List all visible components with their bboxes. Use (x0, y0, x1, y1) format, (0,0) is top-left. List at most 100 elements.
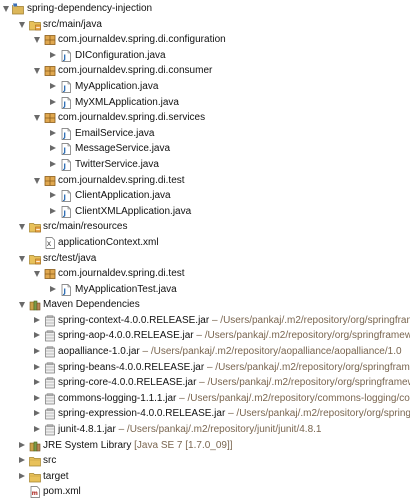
jar-path: – /Users/pankaj/.m2/repository/org/sprin… (196, 330, 410, 342)
folder-icon (29, 471, 41, 483)
expand-toggle-icon[interactable] (19, 457, 25, 464)
tree-item-jre-system-library[interactable]: JRE System Library [Java SE 7 [1.7.0_09]… (0, 438, 410, 454)
java-file-icon (60, 50, 72, 62)
tree-item-label: src/main/resources (43, 221, 128, 233)
tree-item-file-myapplicationtest[interactable]: MyApplicationTest.java (0, 282, 410, 298)
expand-toggle-icon[interactable] (50, 160, 56, 167)
jar-name: spring-beans-4.0.0.RELEASE.jar (58, 361, 205, 373)
expand-toggle-icon[interactable] (34, 363, 40, 370)
tree-item-jar[interactable]: spring-context-4.0.0.RELEASE.jar – /User… (0, 313, 410, 329)
expand-toggle-icon[interactable] (34, 316, 40, 323)
expand-toggle-icon[interactable] (19, 441, 25, 448)
expand-toggle-icon[interactable] (19, 21, 25, 28)
expand-toggle-icon[interactable] (50, 207, 56, 214)
tree-item-project[interactable]: spring-dependency-injection (0, 1, 410, 17)
jar-name: spring-aop-4.0.0.RELEASE.jar (58, 330, 194, 342)
tree-item-label: com.journaldev.spring.di.consumer (58, 65, 213, 77)
tree-item-package-test[interactable]: com.journaldev.spring.di.test (0, 173, 410, 189)
expand-toggle-icon[interactable] (50, 82, 56, 89)
tree-item-file-myxmlapplication[interactable]: MyXMLApplication.java (0, 95, 410, 111)
jar-path: – /Users/pankaj/.m2/repository/org/sprin… (228, 408, 410, 420)
expand-toggle-icon[interactable] (34, 348, 40, 355)
tree-item-file-myapplication[interactable]: MyApplication.java (0, 79, 410, 95)
tree-item-package-test-2[interactable]: com.journaldev.spring.di.test (0, 266, 410, 282)
expand-toggle-icon[interactable] (19, 255, 25, 262)
expand-toggle-icon[interactable] (34, 271, 40, 278)
tree-item-src-main-java[interactable]: src/main/java (0, 17, 410, 33)
tree-item-file-twitterservice[interactable]: TwitterService.java (0, 157, 410, 173)
tree-item-jar[interactable]: commons-logging-1.1.1.jar – /Users/panka… (0, 391, 410, 407)
tree-item-file-clientapplication[interactable]: ClientApplication.java (0, 188, 410, 204)
tree-item-label: src (43, 455, 57, 467)
tree-item-label: MyApplication.java (75, 80, 159, 92)
tree-item-jar[interactable]: spring-aop-4.0.0.RELEASE.jar – /Users/pa… (0, 328, 410, 344)
jar-icon (44, 377, 56, 389)
jar-name: spring-context-4.0.0.RELEASE.jar (58, 314, 210, 326)
tree-item-src-test-java[interactable]: src/test/java (0, 251, 410, 267)
expand-toggle-icon[interactable] (34, 426, 40, 433)
tree-item-target[interactable]: target (0, 469, 410, 485)
tree-item-jar[interactable]: aopalliance-1.0.jar – /Users/pankaj/.m2/… (0, 344, 410, 360)
expand-toggle-icon[interactable] (50, 145, 56, 152)
expand-toggle-icon[interactable] (34, 115, 40, 122)
package-icon (44, 34, 56, 46)
expand-toggle-icon[interactable] (34, 410, 40, 417)
tree-item-label: DIConfiguration.java (75, 49, 166, 61)
tree-item-pom[interactable]: pom.xml (0, 484, 410, 500)
java-file-icon (60, 284, 72, 296)
jar-icon (44, 408, 56, 420)
java-file-icon (60, 206, 72, 218)
package-icon (44, 268, 56, 280)
expand-toggle-icon[interactable] (19, 472, 25, 479)
expand-toggle-icon[interactable] (34, 68, 40, 75)
tree-item-jar[interactable]: spring-beans-4.0.0.RELEASE.jar – /Users/… (0, 360, 410, 376)
folder-icon (29, 455, 41, 467)
tree-item-label: ClientXMLApplication.java (75, 205, 192, 217)
package-explorer-tree: spring-dependency-injection src/main/jav… (0, 1, 410, 500)
tree-item-label: MyXMLApplication.java (75, 96, 179, 108)
tree-item-label: com.journaldev.spring.di.test (58, 268, 185, 280)
jar-path: – /Users/pankaj/.m2/repository/org/sprin… (199, 377, 410, 389)
expand-toggle-icon[interactable] (34, 177, 40, 184)
tree-item-file-diconfiguration[interactable]: DIConfiguration.java (0, 48, 410, 64)
tree-item-label: Maven Dependencies (43, 299, 140, 311)
tree-item-label: TwitterService.java (75, 158, 159, 170)
tree-item-label: ClientApplication.java (75, 190, 171, 202)
jar-name: aopalliance-1.0.jar (58, 346, 140, 358)
tree-item-label: EmailService.java (75, 127, 155, 139)
jar-icon (44, 393, 56, 405)
tree-item-label: JRE System Library (43, 439, 132, 451)
expand-toggle-icon[interactable] (34, 37, 40, 44)
expand-toggle-icon[interactable] (50, 192, 56, 199)
tree-item-file-applicationcontext[interactable]: applicationContext.xml (0, 235, 410, 251)
tree-item-file-messageservice[interactable]: MessageService.java (0, 141, 410, 157)
expand-toggle-icon[interactable] (34, 332, 40, 339)
expand-toggle-icon[interactable] (50, 51, 56, 58)
jar-path: – /Users/pankaj/.m2/repository/aopallian… (139, 346, 402, 358)
jar-icon (44, 346, 56, 358)
expand-toggle-icon[interactable] (50, 98, 56, 105)
expand-toggle-icon[interactable] (3, 6, 9, 12)
expand-toggle-icon[interactable] (19, 224, 25, 231)
expand-toggle-icon[interactable] (50, 285, 56, 292)
tree-item-file-clientxmlapplication[interactable]: ClientXMLApplication.java (0, 204, 410, 220)
expand-toggle-icon[interactable] (19, 302, 25, 309)
tree-item-package-configuration[interactable]: com.journaldev.spring.di.configuration (0, 32, 410, 48)
tree-item-file-emailservice[interactable]: EmailService.java (0, 126, 410, 142)
tree-item-src[interactable]: src (0, 453, 410, 469)
expand-toggle-icon[interactable] (34, 379, 40, 386)
tree-item-package-consumer[interactable]: com.journaldev.spring.di.consumer (0, 63, 410, 79)
tree-item-maven-dependencies[interactable]: Maven Dependencies (0, 297, 410, 313)
tree-item-label: spring-dependency-injection (27, 3, 153, 14)
tree-item-label: MessageService.java (75, 143, 171, 155)
tree-item-jar[interactable]: spring-expression-4.0.0.RELEASE.jar – /U… (0, 406, 410, 422)
expand-toggle-icon[interactable] (34, 394, 40, 401)
tree-item-src-main-resources[interactable]: src/main/resources (0, 219, 410, 235)
expand-toggle-icon[interactable] (50, 129, 56, 136)
tree-item-package-services[interactable]: com.journaldev.spring.di.services (0, 110, 410, 126)
tree-item-label: pom.xml (43, 486, 81, 498)
tree-item-jar[interactable]: junit-4.8.1.jar – /Users/pankaj/.m2/repo… (0, 422, 410, 438)
tree-item-label: target (43, 470, 69, 482)
tree-item-jar[interactable]: spring-core-4.0.0.RELEASE.jar – /Users/p… (0, 375, 410, 391)
tree-item-label: com.journaldev.spring.di.test (58, 174, 185, 186)
